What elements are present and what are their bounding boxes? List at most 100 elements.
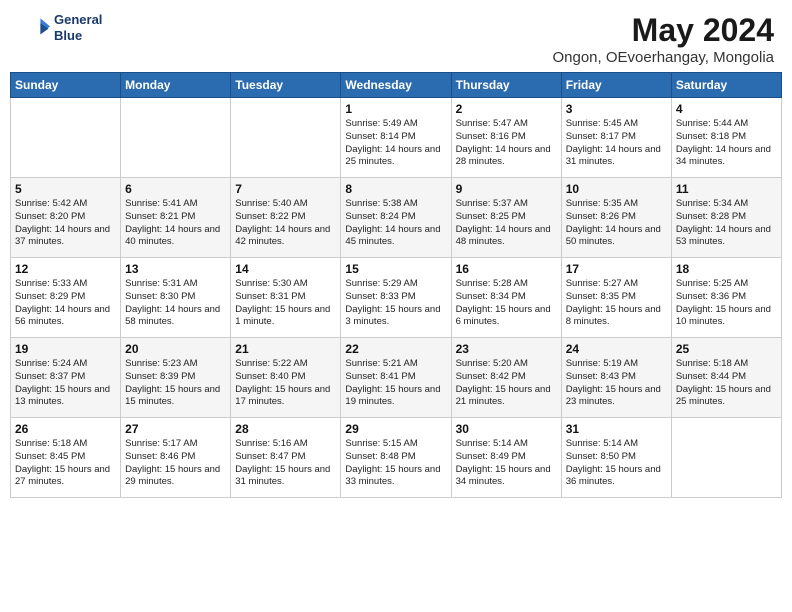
cell-info: Sunrise: 5:21 AM Sunset: 8:41 PM Dayligh… — [345, 358, 446, 409]
day-number: 9 — [456, 182, 557, 196]
title-block: May 2024 Ongon, OEvoerhangay, Mongolia — [552, 12, 774, 66]
cell-info: Sunrise: 5:23 AM Sunset: 8:39 PM Dayligh… — [125, 358, 226, 409]
page: General Blue May 2024 Ongon, OEvoerhanga… — [0, 0, 792, 612]
day-number: 31 — [566, 422, 667, 436]
cell-info: Sunrise: 5:41 AM Sunset: 8:21 PM Dayligh… — [125, 198, 226, 249]
cell-info: Sunrise: 5:33 AM Sunset: 8:29 PM Dayligh… — [15, 278, 116, 329]
day-number: 3 — [566, 102, 667, 116]
calendar-cell: 21Sunrise: 5:22 AM Sunset: 8:40 PM Dayli… — [231, 338, 341, 418]
day-number: 28 — [235, 422, 336, 436]
day-number: 5 — [15, 182, 116, 196]
cell-info: Sunrise: 5:42 AM Sunset: 8:20 PM Dayligh… — [15, 198, 116, 249]
calendar-cell: 26Sunrise: 5:18 AM Sunset: 8:45 PM Dayli… — [11, 418, 121, 498]
day-number: 17 — [566, 262, 667, 276]
cell-info: Sunrise: 5:28 AM Sunset: 8:34 PM Dayligh… — [456, 278, 557, 329]
calendar-week-row: 12 Sunrise: 5:33 AM Sunset: 8:29 PM Dayli… — [11, 258, 782, 338]
calendar-body: 1Sunrise: 5:49 AM Sunset: 8:14 PM Daylig… — [11, 98, 782, 498]
day-number: 2 — [456, 102, 557, 116]
calendar-cell — [671, 418, 781, 498]
day-number: 15 — [345, 262, 446, 276]
cell-info: Sunrise: 5:30 AM Sunset: 8:31 PM Dayligh… — [235, 278, 336, 329]
calendar-cell: 10 Sunrise: 5:35 AM Sunset: 8:26 PM Dayli… — [561, 178, 671, 258]
cell-info: Sunrise: 5:25 AM Sunset: 8:36 PM Dayligh… — [676, 278, 777, 329]
calendar-table: SundayMondayTuesdayWednesdayThursdayFrid… — [10, 72, 782, 498]
day-number: 6 — [125, 182, 226, 196]
subtitle: Ongon, OEvoerhangay, Mongolia — [552, 49, 774, 66]
calendar-cell: 27 Sunrise: 5:17 AM Sunset: 8:46 PM Dayli… — [121, 418, 231, 498]
day-number: 23 — [456, 342, 557, 356]
calendar-cell — [121, 98, 231, 178]
day-number: 4 — [676, 102, 777, 116]
day-number: 11 — [676, 182, 777, 196]
cell-info: Sunrise: 5:17 AM Sunset: 8:46 PM Dayligh… — [125, 438, 226, 489]
weekday-header: Friday — [561, 73, 671, 98]
calendar-cell: 9 Sunrise: 5:37 AM Sunset: 8:25 PM Daylig… — [451, 178, 561, 258]
weekday-header: Saturday — [671, 73, 781, 98]
cell-info: Sunrise: 5:14 AM Sunset: 8:49 PM Dayligh… — [456, 438, 557, 489]
day-number: 25 — [676, 342, 777, 356]
calendar-cell: 23 Sunrise: 5:20 AM Sunset: 8:42 PM Dayli… — [451, 338, 561, 418]
weekday-row: SundayMondayTuesdayWednesdayThursdayFrid… — [11, 73, 782, 98]
cell-info: Sunrise: 5:34 AM Sunset: 8:28 PM Dayligh… — [676, 198, 777, 249]
calendar-cell: 20 Sunrise: 5:23 AM Sunset: 8:39 PM Dayli… — [121, 338, 231, 418]
logo-line1: General — [54, 12, 102, 28]
calendar-cell: 19Sunrise: 5:24 AM Sunset: 8:37 PM Dayli… — [11, 338, 121, 418]
calendar-cell: 30 Sunrise: 5:14 AM Sunset: 8:49 PM Dayli… — [451, 418, 561, 498]
calendar-cell: 28Sunrise: 5:16 AM Sunset: 8:47 PM Dayli… — [231, 418, 341, 498]
day-number: 16 — [456, 262, 557, 276]
day-number: 22 — [345, 342, 446, 356]
day-number: 8 — [345, 182, 446, 196]
calendar-cell: 13 Sunrise: 5:31 AM Sunset: 8:30 PM Dayli… — [121, 258, 231, 338]
calendar-week-row: 1Sunrise: 5:49 AM Sunset: 8:14 PM Daylig… — [11, 98, 782, 178]
cell-info: Sunrise: 5:14 AM Sunset: 8:50 PM Dayligh… — [566, 438, 667, 489]
calendar-cell — [11, 98, 121, 178]
day-number: 7 — [235, 182, 336, 196]
calendar-cell: 15Sunrise: 5:29 AM Sunset: 8:33 PM Dayli… — [341, 258, 451, 338]
calendar-cell — [231, 98, 341, 178]
cell-info: Sunrise: 5:38 AM Sunset: 8:24 PM Dayligh… — [345, 198, 446, 249]
cell-info: Sunrise: 5:35 AM Sunset: 8:26 PM Dayligh… — [566, 198, 667, 249]
day-number: 30 — [456, 422, 557, 436]
day-number: 12 — [15, 262, 116, 276]
calendar-cell: 5 Sunrise: 5:42 AM Sunset: 8:20 PM Daylig… — [11, 178, 121, 258]
logo-icon — [18, 12, 50, 44]
cell-info: Sunrise: 5:19 AM Sunset: 8:43 PM Dayligh… — [566, 358, 667, 409]
day-number: 29 — [345, 422, 446, 436]
calendar-week-row: 5 Sunrise: 5:42 AM Sunset: 8:20 PM Daylig… — [11, 178, 782, 258]
calendar-cell: 7Sunrise: 5:40 AM Sunset: 8:22 PM Daylig… — [231, 178, 341, 258]
calendar-header: SundayMondayTuesdayWednesdayThursdayFrid… — [11, 73, 782, 98]
cell-info: Sunrise: 5:18 AM Sunset: 8:44 PM Dayligh… — [676, 358, 777, 409]
calendar-cell: 14 Sunrise: 5:30 AM Sunset: 8:31 PM Dayli… — [231, 258, 341, 338]
main-title: May 2024 — [552, 12, 774, 49]
header: General Blue May 2024 Ongon, OEvoerhanga… — [0, 0, 792, 72]
cell-info: Sunrise: 5:20 AM Sunset: 8:42 PM Dayligh… — [456, 358, 557, 409]
calendar-cell: 1Sunrise: 5:49 AM Sunset: 8:14 PM Daylig… — [341, 98, 451, 178]
logo-text: General Blue — [54, 12, 102, 43]
cell-info: Sunrise: 5:37 AM Sunset: 8:25 PM Dayligh… — [456, 198, 557, 249]
cell-info: Sunrise: 5:49 AM Sunset: 8:14 PM Dayligh… — [345, 118, 446, 169]
calendar-week-row: 19Sunrise: 5:24 AM Sunset: 8:37 PM Dayli… — [11, 338, 782, 418]
calendar-cell: 22 Sunrise: 5:21 AM Sunset: 8:41 PM Dayli… — [341, 338, 451, 418]
day-number: 13 — [125, 262, 226, 276]
weekday-header: Sunday — [11, 73, 121, 98]
logo-line2: Blue — [54, 28, 102, 44]
cell-info: Sunrise: 5:27 AM Sunset: 8:35 PM Dayligh… — [566, 278, 667, 329]
cell-info: Sunrise: 5:31 AM Sunset: 8:30 PM Dayligh… — [125, 278, 226, 329]
calendar-cell: 12 Sunrise: 5:33 AM Sunset: 8:29 PM Dayli… — [11, 258, 121, 338]
day-number: 26 — [15, 422, 116, 436]
calendar-cell: 25 Sunrise: 5:18 AM Sunset: 8:44 PM Dayli… — [671, 338, 781, 418]
day-number: 10 — [566, 182, 667, 196]
cell-info: Sunrise: 5:47 AM Sunset: 8:16 PM Dayligh… — [456, 118, 557, 169]
logo: General Blue — [18, 12, 102, 44]
calendar-cell: 2 Sunrise: 5:47 AM Sunset: 8:16 PM Daylig… — [451, 98, 561, 178]
day-number: 14 — [235, 262, 336, 276]
day-number: 18 — [676, 262, 777, 276]
calendar-cell: 4Sunrise: 5:44 AM Sunset: 8:18 PM Daylig… — [671, 98, 781, 178]
weekday-header: Monday — [121, 73, 231, 98]
day-number: 20 — [125, 342, 226, 356]
day-number: 24 — [566, 342, 667, 356]
day-number: 27 — [125, 422, 226, 436]
weekday-header: Tuesday — [231, 73, 341, 98]
cell-info: Sunrise: 5:24 AM Sunset: 8:37 PM Dayligh… — [15, 358, 116, 409]
calendar-cell: 6 Sunrise: 5:41 AM Sunset: 8:21 PM Daylig… — [121, 178, 231, 258]
